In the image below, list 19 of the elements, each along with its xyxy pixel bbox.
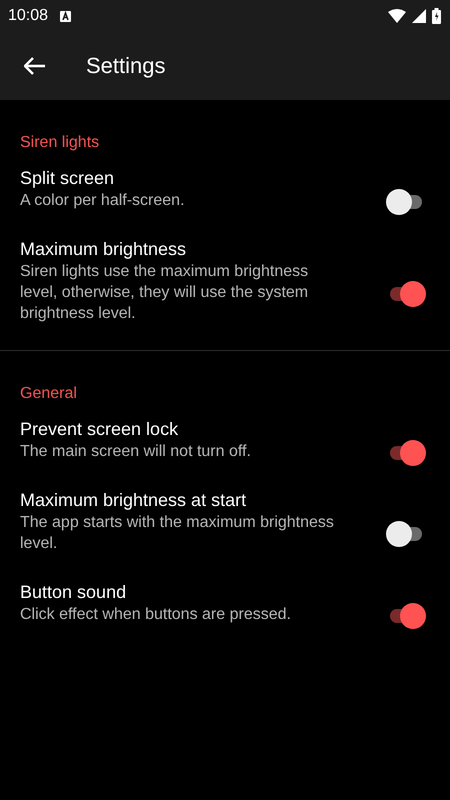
setting-summary: The main screen will not turn off. — [20, 442, 252, 462]
setting-summary: A color per half-screen. — [20, 191, 186, 211]
setting-title: Prevent screen lock — [20, 418, 180, 441]
setting-title: Button sound — [20, 581, 128, 604]
setting-title: Maximum brightness at start — [20, 489, 248, 512]
wifi-icon — [388, 9, 406, 23]
signal-icon — [412, 9, 426, 23]
setting-summary: The app starts with the maximum brightness level. — [20, 513, 335, 554]
status-time: 10:08 — [8, 7, 48, 25]
setting-summary: Siren lights use the maximum brightness level, otherwise, they will use the system brightness level. — [20, 262, 310, 324]
setting-summary: Click effect when buttons are pressed. — [20, 605, 292, 625]
setting-title: Maximum brightness — [20, 238, 188, 261]
setting-title: Split screen — [20, 167, 116, 190]
back-arrow-icon — [24, 57, 46, 75]
screen-title: Settings — [86, 53, 166, 79]
battery-icon — [432, 8, 441, 24]
notification-icon — [60, 10, 72, 22]
section-header: General — [20, 385, 77, 402]
section-header: Siren lights — [20, 134, 100, 151]
